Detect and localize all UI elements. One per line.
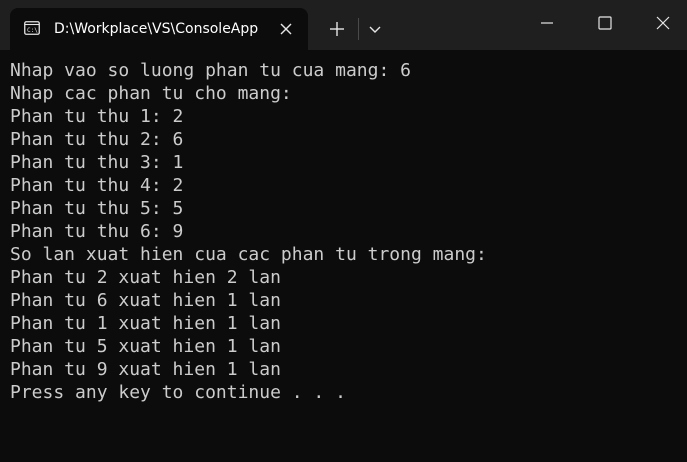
console-line: Phan tu thu 6: 9 <box>10 221 184 242</box>
console-line: Phan tu 6 xuat hien 1 lan <box>10 290 281 311</box>
maximize-icon <box>598 16 612 30</box>
console-line: Phan tu 1 xuat hien 1 lan <box>10 313 281 334</box>
console-line: Phan tu thu 1: 2 <box>10 106 184 127</box>
console-line: Press any key to continue . . . <box>10 382 346 403</box>
console-line: Phan tu 5 xuat hien 1 lan <box>10 336 281 357</box>
console-line: Nhap vao so luong phan tu cua mang: 6 <box>10 60 411 81</box>
console-line: Phan tu thu 4: 2 <box>10 175 184 196</box>
title-bar[interactable]: C:\ D:\Workplace\VS\ConsoleApp <box>0 0 687 50</box>
console-line: So lan xuat hien cua cac phan tu trong m… <box>10 244 487 265</box>
chevron-down-icon[interactable] <box>364 17 386 41</box>
svg-text:C:\: C:\ <box>27 27 38 34</box>
new-tab-plus-icon[interactable] <box>324 16 350 42</box>
console-line: Phan tu thu 2: 6 <box>10 129 184 150</box>
console-app-icon: C:\ <box>24 21 40 35</box>
console-line: Phan tu 2 xuat hien 2 lan <box>10 267 281 288</box>
titlebar-separator <box>358 18 359 40</box>
close-icon <box>656 16 670 30</box>
minimize-icon <box>541 22 553 24</box>
minimize-button[interactable] <box>518 0 576 46</box>
tab-console-app[interactable]: C:\ D:\Workplace\VS\ConsoleApp <box>10 8 308 50</box>
console-output[interactable]: Nhap vao so luong phan tu cua mang: 6 Nha… <box>10 59 680 455</box>
console-line: Phan tu 9 xuat hien 1 lan <box>10 359 281 380</box>
maximize-button[interactable] <box>576 0 634 46</box>
console-line: Phan tu thu 3: 1 <box>10 152 184 173</box>
close-window-button[interactable] <box>634 0 687 46</box>
terminal-window: C:\ D:\Workplace\VS\ConsoleApp Nhap vao … <box>0 0 687 462</box>
console-line: Phan tu thu 5: 5 <box>10 198 184 219</box>
tab-title: D:\Workplace\VS\ConsoleApp <box>54 21 259 37</box>
close-tab-icon[interactable] <box>276 19 296 39</box>
console-line: Nhap cac phan tu cho mang: <box>10 83 292 104</box>
